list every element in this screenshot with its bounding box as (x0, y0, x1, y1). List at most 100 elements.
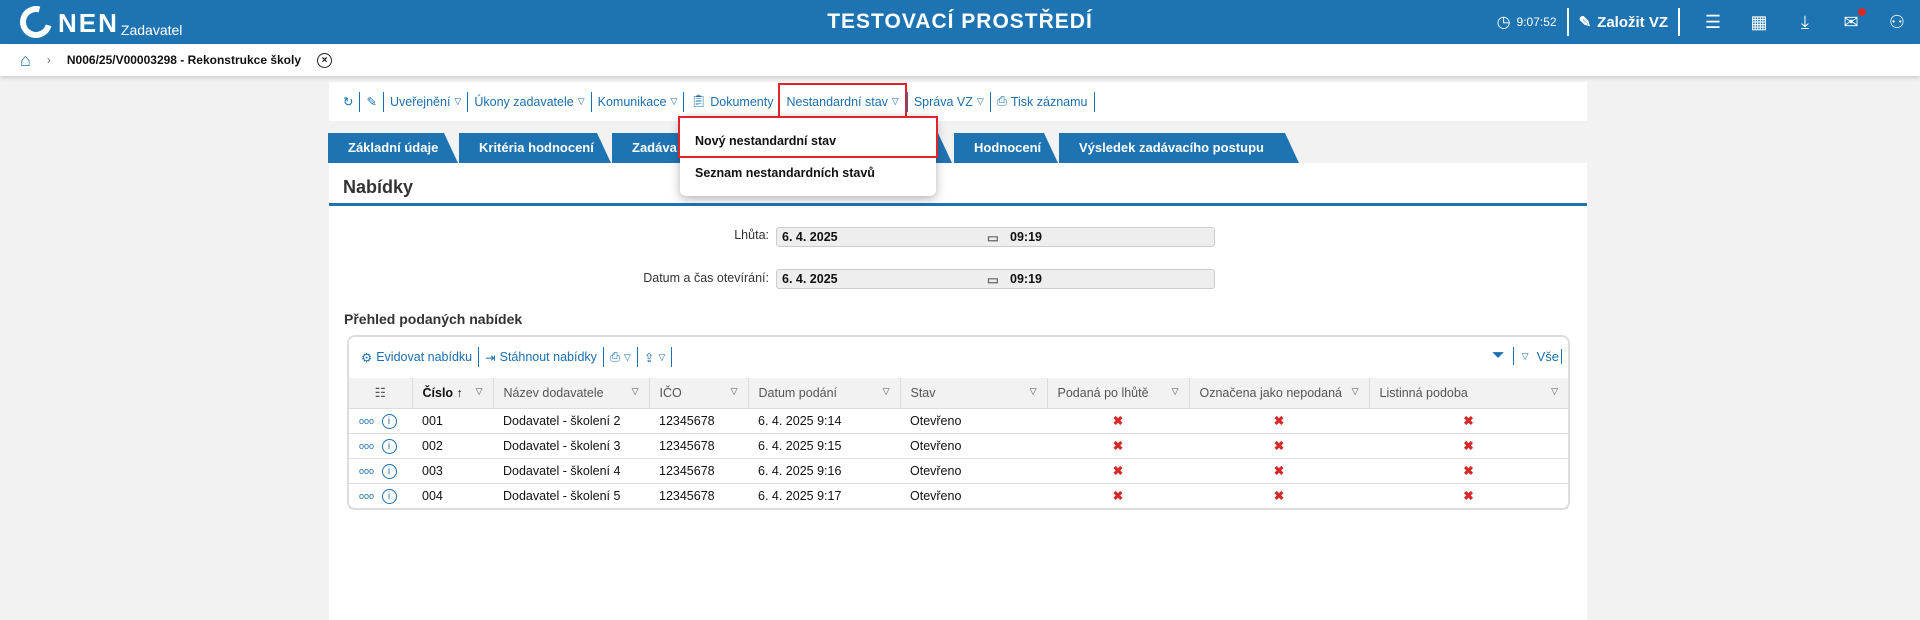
chevron-right-icon: › (46, 53, 51, 67)
col-label: Podaná po lhůtě (1057, 385, 1149, 400)
col-label: Stav (910, 385, 936, 400)
menu-acts[interactable]: Úkony zadavatele ▽ (468, 91, 592, 112)
home-icon[interactable]: ⌂ (20, 50, 31, 71)
table-row[interactable]: ooo i 004 Dodavatel - školení 5 12345678… (349, 483, 1568, 509)
calendar-icon[interactable]: ▦ (1736, 12, 1782, 33)
dropdown-item-new[interactable]: Nový nestandardní stav (678, 116, 938, 158)
download-offers-label: Stáhnout nabídky (499, 350, 597, 364)
cell-number: 002 (412, 433, 493, 459)
col-number[interactable]: Číslo ↑ ▽ (412, 378, 494, 409)
print-record-button[interactable]: ⎙ Tisk záznamu (991, 91, 1095, 112)
caret-down-icon: ▽ (730, 385, 738, 396)
caret-down-icon: ▽ (631, 385, 639, 396)
cell-date: 6. 4. 2025 9:15 (748, 433, 900, 459)
mail-icon[interactable]: ✉ (1828, 7, 1874, 33)
col-label: IČO (659, 385, 682, 400)
caret-down-icon[interactable]: ▽ (1522, 351, 1529, 362)
menu-manage-vz[interactable]: Správa VZ ▽ (906, 91, 991, 112)
tab-result[interactable]: Výsledek zadávacího postupu (1059, 133, 1299, 163)
cross-icon: ✖ (1047, 483, 1189, 509)
row-actions: ooo i (349, 458, 412, 484)
cell-state: Otevřeno (900, 483, 1047, 509)
col-supplier[interactable]: Název dodavatele ▽ (493, 378, 650, 409)
menu-nonstandard-state[interactable]: Nestandardní stav ▽ (778, 82, 907, 121)
more-icon[interactable]: ooo (359, 416, 374, 426)
breadcrumb-current: N006/25/V00003298 - Rekonstrukce školy (66, 53, 302, 67)
dropdown-item-list[interactable]: Seznam nestandardních stavů (695, 166, 875, 180)
info-icon[interactable]: i (381, 413, 397, 429)
col-state[interactable]: Stav ▽ (900, 378, 1048, 409)
cross-icon: ✖ (1369, 483, 1568, 509)
table-row[interactable]: ooo i 003 Dodavatel - školení 4 12345678… (349, 458, 1568, 484)
caret-down-icon: ▽ (891, 96, 899, 106)
info-icon[interactable]: i (381, 463, 397, 479)
clipboard-arrow-icon: ⇥ (485, 350, 496, 365)
user-icon[interactable]: ⚇ (1874, 12, 1920, 33)
download-icon[interactable]: ⤓ (1782, 12, 1828, 33)
filter-all[interactable]: Vše (1537, 348, 1562, 364)
info-icon[interactable]: i (381, 488, 397, 504)
menu-acts-label: Úkony zadavatele (474, 94, 574, 109)
tab-criteria[interactable]: Kritéria hodnocení (459, 133, 611, 163)
caret-down-icon: ▽ (577, 96, 585, 106)
cell-date: 6. 4. 2025 9:14 (748, 408, 900, 434)
notification-dot (1858, 7, 1866, 16)
menu-documents[interactable]: 📋︎ Dokumenty (684, 91, 781, 112)
table-row[interactable]: ooo i 002 Dodavatel - školení 3 12345678… (349, 433, 1568, 459)
offers-table: ☷ Číslo ↑ ▽ Název dodavatele ▽ IČO ▽ Datum … (349, 378, 1568, 509)
action-toolbar: ↻ ✎ Uveřejnění ▽ Úkony zadavatele ▽ Komuni… (329, 82, 1587, 121)
col-paper[interactable]: Listinná podoba ▽ (1369, 378, 1568, 409)
opening-time: 09:19 (1010, 272, 1042, 286)
clipboard-gear-icon: ⚙ (361, 350, 373, 365)
cross-icon: ✖ (1047, 433, 1189, 459)
menu-icon[interactable]: ☰ (1690, 12, 1736, 33)
register-offer-button[interactable]: ⚙ Evidovat nabídku (355, 347, 480, 367)
cell-ico: 12345678 (649, 433, 748, 459)
filter-icon[interactable]: ⏷ (1492, 347, 1505, 365)
calendar-icon: ▭ (987, 272, 999, 287)
divider (1566, 8, 1569, 36)
col-not-submitted[interactable]: Označena jako nepodaná ▽ (1189, 378, 1370, 409)
caret-down-icon: ▽ (1351, 385, 1359, 396)
create-vz-button[interactable]: ✎ Založit VZ (1579, 13, 1668, 32)
refresh-icon[interactable]: ↻ (337, 91, 361, 112)
tab-basic[interactable]: Základní údaje (328, 133, 458, 163)
caret-down-icon: ▽ (882, 385, 890, 396)
offers-grid: ⚙ Evidovat nabídku ⇥ Stáhnout nabídky ⎙ ▽ ⇪… (347, 335, 1570, 510)
table-row[interactable]: ooo i 001 Dodavatel - školení 2 12345678… (349, 408, 1568, 434)
column-settings-icon[interactable]: ☷ (349, 378, 413, 409)
menu-publish[interactable]: Uveřejnění ▽ (384, 91, 469, 112)
page-title: Nabídky (343, 177, 414, 197)
menu-communication[interactable]: Komunikace ▽ (592, 91, 685, 112)
cell-state: Otevřeno (900, 458, 1047, 484)
cross-icon: ✖ (1189, 458, 1369, 484)
deadline-field: 6. 4. 2025 ▭ 09:19 (776, 227, 1215, 247)
create-vz-label: Založit VZ (1597, 13, 1668, 31)
print-menu[interactable]: ⎙ ▽ (604, 347, 638, 367)
info-icon[interactable]: i (381, 438, 397, 454)
menu-documents-label: Dokumenty (710, 94, 774, 109)
col-ico[interactable]: IČO ▽ (649, 378, 749, 409)
tab-evaluation[interactable]: Hodnocení (954, 133, 1058, 163)
cell-supplier: Dodavatel - školení 4 (493, 458, 649, 484)
edit-icon[interactable]: ✎ (360, 91, 384, 112)
export-menu[interactable]: ⇪ ▽ (638, 347, 673, 367)
more-icon[interactable]: ooo (359, 491, 374, 501)
cross-icon: ✖ (1369, 433, 1568, 459)
cell-ico: 12345678 (649, 408, 748, 434)
col-late[interactable]: Podaná po lhůtě ▽ (1047, 378, 1190, 409)
caret-down-icon: ▽ (658, 351, 666, 362)
close-icon[interactable]: × (317, 52, 333, 68)
cell-number: 004 (412, 483, 493, 509)
menu-publish-label: Uveřejnění (389, 94, 451, 109)
col-date[interactable]: Datum podání ▽ (748, 378, 901, 409)
caret-down-icon: ▽ (1171, 385, 1179, 396)
divider (1512, 347, 1514, 365)
cell-supplier: Dodavatel - školení 2 (493, 408, 649, 434)
deadline-date: 6. 4. 2025 (782, 230, 838, 244)
download-offers-button[interactable]: ⇥ Stáhnout nabídky (479, 347, 604, 367)
more-icon[interactable]: ooo (359, 441, 374, 451)
grid-toolbar: ⚙ Evidovat nabídku ⇥ Stáhnout nabídky ⎙ ▽ ⇪… (355, 347, 673, 367)
session-clock: 9:07:52 (1516, 15, 1557, 29)
more-icon[interactable]: ooo (359, 466, 374, 476)
